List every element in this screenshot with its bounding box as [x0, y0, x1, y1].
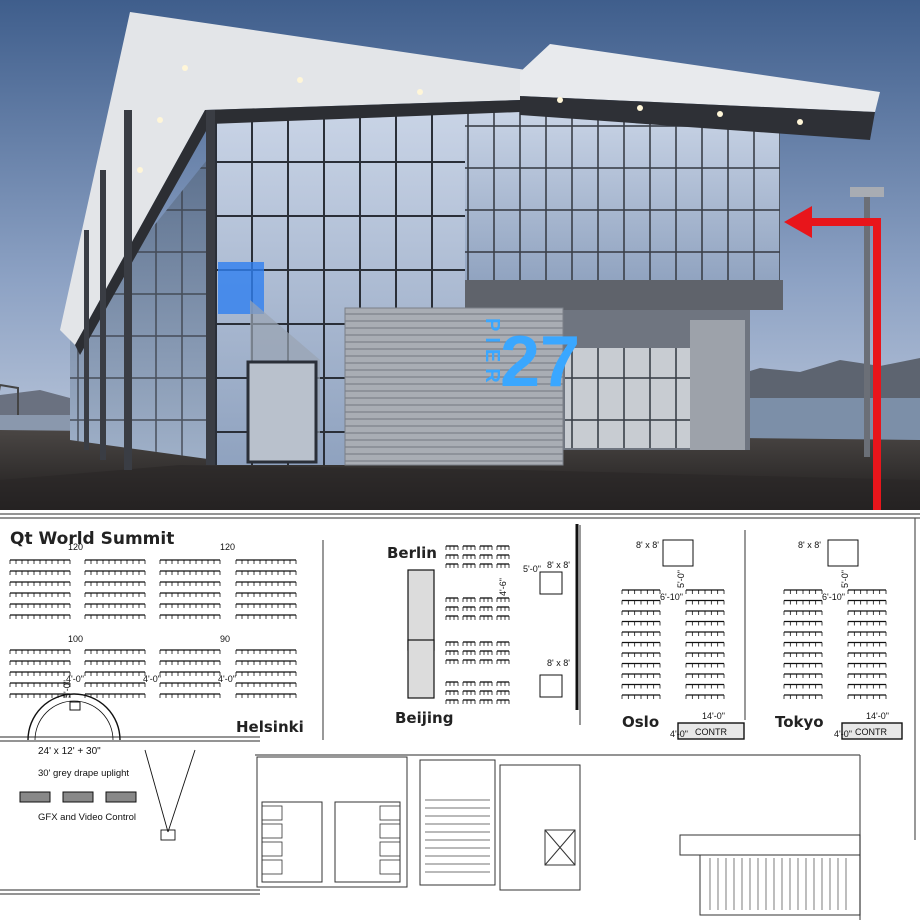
aisle-dim-c: 4'-0" [218, 674, 236, 684]
tokyo-table-dim: 14'-0" [866, 711, 889, 721]
drape-label: 30' grey drape uplight [38, 768, 129, 779]
berlin-screen-2: 8' x 8' [547, 658, 570, 668]
room-beijing: Beijing [395, 709, 453, 727]
seat-count-3: 100 [68, 634, 83, 644]
aisle-dim-b: 4'-0" [143, 674, 161, 684]
room-berlin: Berlin [387, 544, 437, 562]
tokyo-gap-dim: 5'-0" [840, 570, 850, 588]
gfx-video-control-desks [19, 791, 137, 803]
room-tokyo: Tokyo [775, 713, 824, 731]
oslo-aisle-dim: 6'-10" [660, 592, 683, 602]
seat-count-1: 120 [68, 542, 83, 552]
pier-sign-number: 27 [500, 322, 580, 402]
oslo-screen-dim: 8' x 8' [636, 540, 659, 550]
tokyo-aisle-dim: 6'-10" [822, 592, 845, 602]
oslo-gap-dim: 5'-0" [676, 570, 686, 588]
seat-count-4: 90 [220, 634, 230, 644]
pier-27-photo: PIER 27 [0, 0, 920, 510]
tokyo-screen-dim: 8' x 8' [798, 540, 821, 550]
oslo-control-tag: CONTR [695, 727, 727, 737]
event-title: Qt World Summit [10, 529, 174, 549]
room-helsinki: Helsinki [236, 718, 304, 736]
tokyo-depth-dim: 4'-0" [834, 729, 852, 739]
oslo-table-dim: 14'-0" [702, 711, 725, 721]
berlin-screen-1: 8' x 8' [547, 560, 570, 570]
floor-plan: CONTR CONTR Qt World Summit Helsinki Ber… [0, 510, 920, 920]
stage-gap-dim: 5'-0" [62, 680, 72, 698]
seat-count-2: 120 [220, 542, 235, 552]
tokyo-control-tag: CONTR [855, 727, 887, 737]
stage-label: 24' x 12' + 30" [38, 746, 101, 757]
room-oslo: Oslo [622, 713, 659, 731]
oslo-depth-dim: 4'-0" [670, 729, 688, 739]
control-label: GFX and Video Control [38, 812, 136, 823]
berlin-side-dim: 4'-6" [498, 578, 508, 596]
berlin-gap-dim: 5'-0" [523, 564, 541, 574]
